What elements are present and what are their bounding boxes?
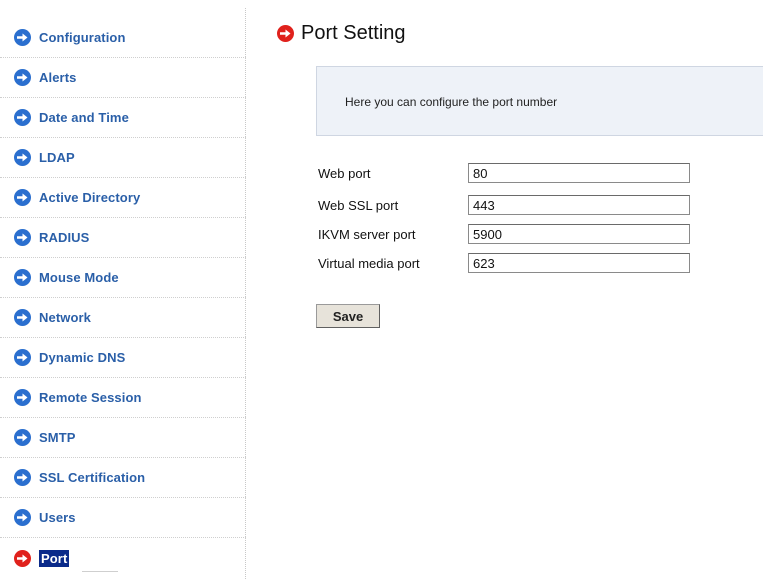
virtual-media-port-label: Virtual media port	[318, 255, 420, 271]
page-title: Port Setting	[277, 22, 406, 45]
virtual-media-port-row: Virtual media port	[318, 253, 690, 273]
arrow-right-circle-icon	[14, 389, 31, 406]
web-ssl-port-input[interactable]	[468, 195, 690, 215]
sidebar-item-label: Configuration	[39, 30, 126, 45]
arrow-right-circle-icon	[14, 509, 31, 526]
web-ssl-port-row: Web SSL port	[318, 195, 690, 215]
arrow-right-circle-icon	[14, 549, 31, 567]
sidebar-item-label: Network	[39, 310, 91, 325]
sidebar-item-remote-session[interactable]: Remote Session	[0, 378, 246, 418]
sidebar-item-users[interactable]: Users	[0, 498, 246, 538]
ikvm-server-port-label: IKVM server port	[318, 226, 416, 242]
sidebar-item-mouse-mode[interactable]: Mouse Mode	[0, 258, 246, 298]
arrow-right-circle-icon	[14, 309, 31, 326]
sidebar-item-label: Port	[39, 549, 70, 567]
arrow-right-circle-icon	[14, 149, 31, 166]
save-button[interactable]: Save	[316, 304, 380, 328]
arrow-right-circle-icon	[14, 229, 31, 246]
port-settings-page: Configuration Alerts Date and Time LDAP …	[0, 0, 763, 579]
sidebar-item-smtp[interactable]: SMTP	[0, 418, 246, 458]
ikvm-server-port-input[interactable]	[468, 224, 690, 244]
sidebar-item-ssl-certification[interactable]: SSL Certification	[0, 458, 246, 498]
active-item-underline	[82, 571, 118, 572]
sidebar-item-label: Alerts	[39, 70, 77, 85]
arrow-right-circle-icon	[14, 269, 31, 286]
sidebar-divider	[245, 8, 246, 579]
info-text: Here you can configure the port number	[345, 95, 558, 109]
arrow-right-circle-icon	[14, 429, 31, 446]
arrow-right-circle-icon	[14, 189, 31, 206]
arrow-right-circle-icon	[14, 69, 31, 86]
sidebar-item-label: LDAP	[39, 150, 75, 165]
sidebar-item-label: RADIUS	[39, 230, 90, 245]
ikvm-server-port-row: IKVM server port	[318, 224, 690, 244]
sidebar-item-radius[interactable]: RADIUS	[0, 218, 246, 258]
web-port-label: Web port	[318, 165, 371, 181]
arrow-right-circle-icon	[277, 25, 294, 42]
arrow-right-circle-icon	[14, 109, 31, 126]
sidebar-item-dynamic-dns[interactable]: Dynamic DNS	[0, 338, 246, 378]
arrow-right-circle-icon	[14, 469, 31, 486]
sidebar-item-alerts[interactable]: Alerts	[0, 58, 246, 98]
web-port-row: Web port	[318, 163, 690, 183]
sidebar-item-label: Mouse Mode	[39, 270, 119, 285]
sidebar-item-active-directory[interactable]: Active Directory	[0, 178, 246, 218]
sidebar: Configuration Alerts Date and Time LDAP …	[0, 18, 246, 578]
virtual-media-port-input[interactable]	[468, 253, 690, 273]
page-title-text: Port Setting	[301, 22, 406, 44]
sidebar-item-label: Active Directory	[39, 190, 141, 205]
sidebar-item-label: Dynamic DNS	[39, 350, 126, 365]
sidebar-item-label: Date and Time	[39, 110, 129, 125]
arrow-right-circle-icon	[14, 29, 31, 46]
sidebar-item-label: SSL Certification	[39, 470, 146, 485]
sidebar-item-configuration[interactable]: Configuration	[0, 18, 246, 58]
web-ssl-port-label: Web SSL port	[318, 197, 399, 213]
sidebar-item-label: Users	[39, 510, 76, 525]
web-port-input[interactable]	[468, 163, 690, 183]
arrow-right-circle-icon	[14, 349, 31, 366]
sidebar-item-label: Remote Session	[39, 390, 142, 405]
sidebar-item-ldap[interactable]: LDAP	[0, 138, 246, 178]
sidebar-item-port[interactable]: Port	[0, 538, 246, 578]
sidebar-item-date-and-time[interactable]: Date and Time	[0, 98, 246, 138]
sidebar-item-label: SMTP	[39, 430, 76, 445]
info-box: Here you can configure the port number	[316, 66, 763, 136]
sidebar-item-network[interactable]: Network	[0, 298, 246, 338]
